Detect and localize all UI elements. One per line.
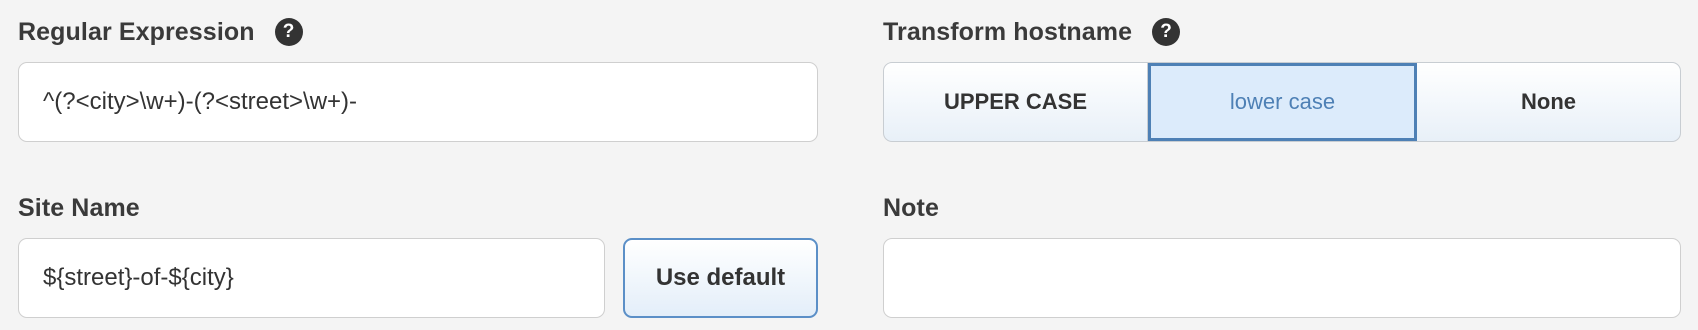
regex-label: Regular Expression [18,17,255,46]
site-name-label: Site Name [18,193,140,222]
site-name-field: Site Name ${street}-of-${city} Use defau… [18,192,818,318]
transform-label-row: Transform hostname ? [883,16,1681,48]
regex-field: Regular Expression ? ^(?<city>\w+)-(?<st… [18,16,818,142]
transform-hostname-field: Transform hostname ? UPPER CASE lower ca… [883,16,1681,142]
site-name-row: ${street}-of-${city} Use default [18,238,818,318]
regex-label-row: Regular Expression ? [18,16,818,48]
regex-input[interactable]: ^(?<city>\w+)-(?<street>\w+)- [18,62,818,142]
site-name-label-row: Site Name [18,192,818,224]
option-none[interactable]: None [1417,63,1680,141]
option-upper-case[interactable]: UPPER CASE [884,63,1148,141]
use-default-button[interactable]: Use default [623,238,818,318]
option-lower-case[interactable]: lower case [1148,63,1417,141]
note-input[interactable] [883,238,1681,318]
site-name-input[interactable]: ${street}-of-${city} [18,238,605,318]
note-field: Note [883,192,1681,318]
transform-hostname-label: Transform hostname [883,17,1133,46]
note-label: Note [883,193,939,222]
note-label-row: Note [883,192,1681,224]
transform-help-icon[interactable]: ? [1152,18,1181,46]
regex-help-icon[interactable]: ? [274,18,303,46]
transform-hostname-toggle: UPPER CASE lower case None [883,62,1681,142]
